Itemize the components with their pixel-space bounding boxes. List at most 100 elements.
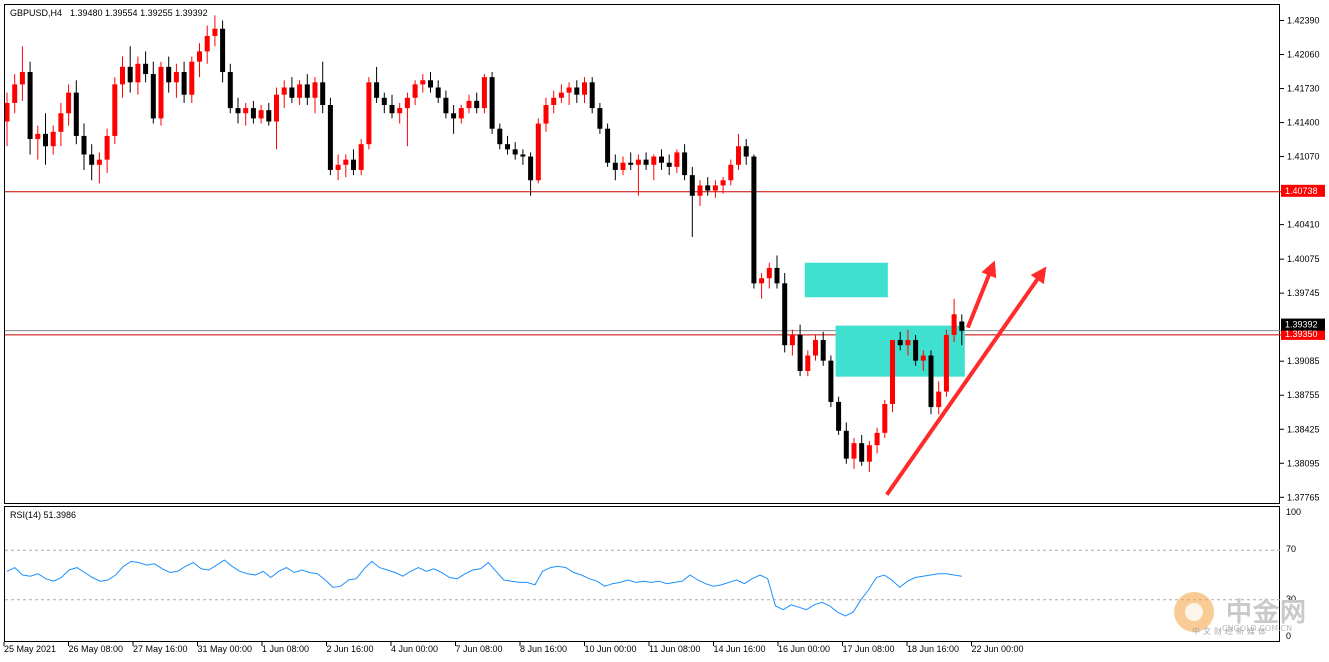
candle-body (497, 128, 503, 145)
candle-body (96, 159, 102, 165)
candle-body (258, 110, 264, 119)
rsi-label: RSI(14) 51.3986 (10, 510, 77, 520)
price-tag-bg (1281, 184, 1325, 197)
candle-body (366, 82, 372, 145)
price-chart-canvas[interactable] (5, 5, 1281, 505)
candle-body (705, 185, 711, 191)
candle-body (828, 360, 834, 402)
candle-body (751, 156, 757, 284)
rsi-axis-label: 70 (1286, 544, 1296, 554)
candle-body (89, 154, 95, 165)
candle-body (866, 445, 872, 462)
candle-body (905, 340, 911, 346)
support-resistance-zone (804, 262, 888, 298)
candle-body (266, 110, 272, 122)
candle-body (882, 403, 888, 433)
candle-body (235, 108, 241, 114)
price-axis-label: 1.37765 (1287, 492, 1320, 502)
price-axis-label: 1.42060 (1287, 50, 1320, 60)
time-axis-label: 11 Jun 08:00 (649, 644, 700, 654)
candle-body (789, 334, 795, 346)
short-uptrend-arrow (965, 260, 997, 329)
candle-body (759, 278, 765, 284)
candle-body (143, 63, 149, 75)
time-axis-label: 18 Jun 16:00 (907, 644, 959, 654)
time-axis-label: 1 Jun 08:00 (262, 644, 309, 654)
candle-body (158, 66, 164, 119)
candle-body (897, 340, 903, 346)
candle-body (820, 340, 826, 361)
candle-body (397, 108, 403, 114)
candle-body (358, 144, 364, 170)
candle-body (297, 84, 303, 98)
time-axis-label: 4 Jun 00:00 (391, 644, 438, 654)
candle-body (558, 92, 564, 98)
time-axis-label: 22 Jun 00:00 (972, 644, 1024, 654)
candle-body (135, 63, 141, 83)
candle-body (304, 84, 310, 98)
price-chart-panel[interactable]: GBPUSD,H4 1.39480 1.39554 1.39255 1.3939… (4, 4, 1281, 505)
time-axis-label: 27 May 16:00 (133, 644, 188, 654)
candle-body (389, 105, 395, 114)
candle-body (743, 146, 749, 157)
candle-body (466, 100, 472, 109)
candle-body (843, 430, 849, 459)
candle-body (782, 283, 788, 346)
price-axis-label: 1.38755 (1287, 390, 1320, 400)
candle-body (166, 66, 172, 83)
candle-body (289, 87, 295, 98)
price-tag-label: 1.40738 (1285, 186, 1318, 196)
candle-body (27, 72, 33, 140)
price-tag-bg (1281, 318, 1325, 331)
candle-body (474, 100, 480, 109)
candle-body (697, 185, 703, 196)
chart-ohlc-values: 1.39480 1.39554 1.39255 1.39392 (70, 8, 208, 18)
price-axis-label: 1.40075 (1287, 254, 1320, 264)
candle-body (551, 97, 557, 105)
trend-arrows (885, 260, 1047, 496)
candle-body (481, 77, 487, 109)
candle-body (890, 340, 895, 404)
candle-body (628, 162, 634, 165)
price-axis-label: 1.42390 (1287, 15, 1320, 25)
candle-body (566, 87, 572, 93)
candle-body (928, 355, 934, 408)
candle-body (543, 105, 549, 124)
candle-body (443, 97, 449, 114)
candle-body (150, 74, 156, 119)
candle-body (43, 133, 48, 147)
candle-body (682, 152, 688, 176)
candle-body (597, 108, 603, 129)
candle-body (374, 82, 380, 98)
candle-body (720, 180, 726, 186)
candle-body (512, 149, 518, 155)
candle-body (651, 156, 657, 165)
candle-body (736, 146, 741, 165)
candle-body (766, 267, 772, 279)
candle-body (197, 51, 202, 62)
candle-body (874, 432, 880, 446)
candle-body (58, 113, 64, 132)
time-axis-label: 17 Jun 08:00 (843, 644, 895, 654)
candle-body (774, 267, 780, 284)
candle-body (435, 87, 441, 98)
rsi-indicator-panel[interactable]: RSI(14) 51.3986 (4, 506, 1281, 643)
candle-body (250, 108, 256, 119)
candle-body (412, 84, 418, 98)
price-axis-label: 1.40410 (1287, 220, 1320, 230)
candle-body (320, 82, 326, 105)
candle-body (120, 66, 125, 85)
candle-body (666, 162, 672, 167)
candle-body (489, 77, 495, 129)
candle-body (35, 133, 41, 140)
time-axis-label: 8 Jun 16:00 (520, 644, 567, 654)
candle-body (920, 355, 926, 361)
rsi-canvas[interactable] (5, 507, 1281, 643)
candle-body (351, 159, 356, 170)
candle-body (281, 87, 287, 95)
candle-body (936, 391, 942, 408)
candle-body (19, 72, 25, 85)
price-axis-label: 1.41730 (1287, 84, 1320, 94)
candle-body (73, 92, 79, 136)
candle-body (451, 113, 457, 119)
